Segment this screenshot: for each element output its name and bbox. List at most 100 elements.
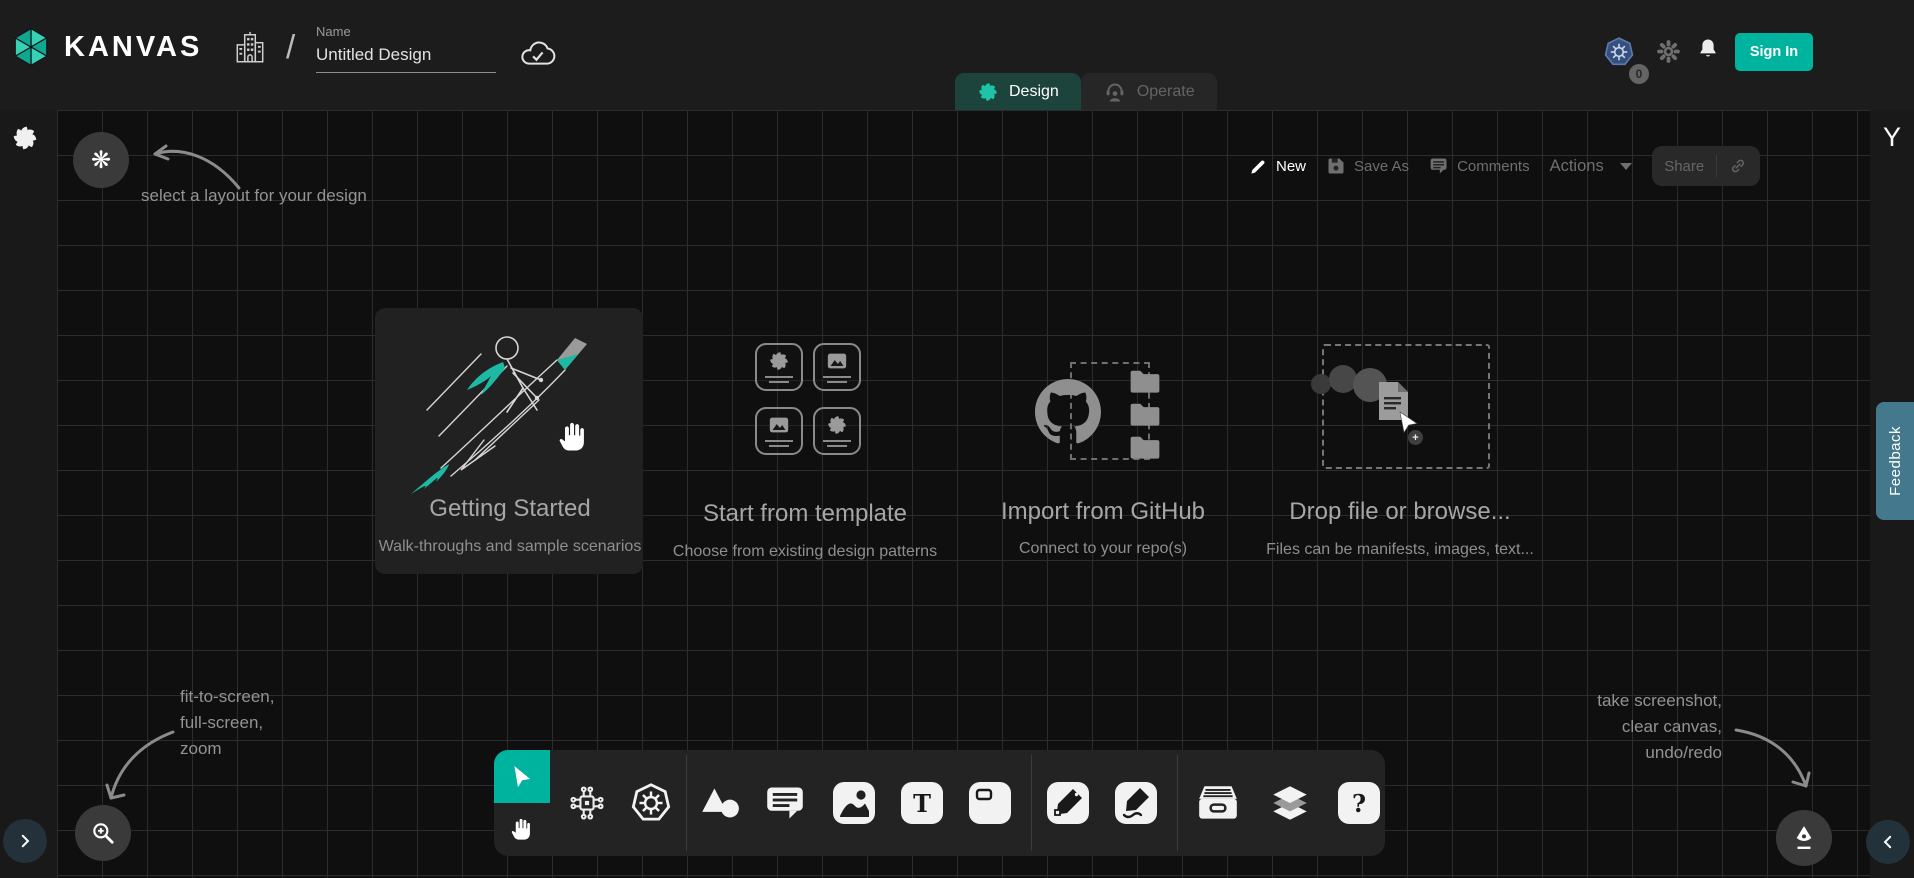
card-title: Start from template bbox=[655, 500, 955, 528]
new-button[interactable]: New bbox=[1249, 157, 1306, 176]
card-title: Getting Started bbox=[360, 495, 660, 523]
folder-icon bbox=[1128, 368, 1162, 394]
layer5-y-icon[interactable]: Y bbox=[1870, 122, 1914, 153]
chevron-right-icon bbox=[16, 832, 34, 850]
expand-left-panel-button[interactable] bbox=[3, 819, 47, 863]
breadcrumb-separator: / bbox=[286, 28, 295, 66]
link-icon bbox=[1729, 157, 1747, 175]
card-subtitle: Walk-throughs and sample scenarios bbox=[360, 538, 660, 556]
save-as-label: Save As bbox=[1354, 158, 1409, 175]
screenshot-hint-text: take screenshot, clear canvas, undo/redo bbox=[1457, 688, 1722, 766]
meshery-spiral-icon[interactable] bbox=[11, 124, 39, 152]
design-name-group: Name bbox=[316, 24, 496, 73]
comments-button[interactable]: Comments bbox=[1429, 156, 1530, 176]
sketch-tool[interactable] bbox=[1115, 782, 1157, 824]
github-icon[interactable] bbox=[1035, 379, 1101, 445]
notifications-bell-icon[interactable] bbox=[1695, 36, 1721, 62]
organization-icon[interactable] bbox=[232, 30, 268, 66]
share-divider bbox=[1716, 155, 1717, 177]
actions-label: Actions bbox=[1550, 157, 1604, 176]
card-getting-started[interactable] bbox=[375, 308, 643, 574]
bottom-tool-dock: T bbox=[494, 750, 1385, 856]
left-sidebar-strip bbox=[0, 110, 57, 878]
text-tool[interactable]: T bbox=[901, 782, 943, 824]
operate-headset-icon bbox=[1103, 80, 1127, 104]
pencil-icon bbox=[1249, 157, 1268, 176]
pan-hand-tool[interactable] bbox=[494, 803, 550, 856]
plus-icon: + bbox=[1408, 430, 1423, 445]
layers-tool[interactable] bbox=[1267, 782, 1313, 824]
pen-actions-button[interactable] bbox=[1776, 810, 1832, 866]
feedback-tab[interactable]: Feedback bbox=[1876, 402, 1914, 520]
hand-cursor-icon bbox=[556, 418, 592, 456]
zoom-hint-text: fit-to-screen, full-screen, zoom bbox=[180, 684, 274, 762]
feedback-label: Feedback bbox=[1887, 426, 1904, 496]
dock-divider bbox=[686, 755, 687, 851]
kubernetes-tool[interactable] bbox=[630, 782, 672, 824]
screenshot-hint-arrow bbox=[1730, 720, 1822, 802]
chevron-down-icon bbox=[1620, 163, 1632, 170]
kanvas-hexagon-icon bbox=[10, 26, 52, 68]
note-tool[interactable] bbox=[969, 782, 1011, 824]
card-title: Drop file or browse... bbox=[1250, 498, 1550, 526]
zoom-hint-arrow bbox=[97, 718, 189, 814]
tab-operate-label: Operate bbox=[1137, 83, 1195, 101]
drop-trail-circle bbox=[1311, 374, 1331, 394]
comment-icon bbox=[1429, 156, 1449, 176]
sign-in-button[interactable]: Sign In bbox=[1735, 33, 1813, 71]
image-tool[interactable] bbox=[833, 782, 875, 824]
tab-design-label: Design bbox=[1009, 83, 1059, 101]
chevron-left-icon bbox=[1879, 833, 1897, 851]
rocket-doodle bbox=[389, 318, 629, 496]
share-button[interactable]: Share bbox=[1652, 146, 1760, 186]
cloud-saved-icon bbox=[518, 36, 556, 70]
import-drawer-tool[interactable] bbox=[1195, 783, 1241, 823]
floppy-save-icon bbox=[1326, 156, 1346, 176]
card-subtitle: Files can be manifests, images, text... bbox=[1250, 541, 1550, 559]
name-label: Name bbox=[316, 24, 496, 39]
dock-divider bbox=[1177, 755, 1178, 851]
mode-tabs: Design Operate bbox=[955, 73, 1217, 110]
dock-divider bbox=[1031, 755, 1032, 851]
save-as-button[interactable]: Save As bbox=[1326, 156, 1409, 176]
folder-icon bbox=[1128, 434, 1162, 460]
hand-icon bbox=[509, 816, 536, 843]
header-bar: KANVAS / Name D bbox=[0, 0, 1914, 110]
layout-selector-button[interactable]: ❋ bbox=[73, 132, 129, 188]
kubernetes-context-icon[interactable]: 0 bbox=[1603, 36, 1635, 68]
magnifier-plus-icon bbox=[90, 820, 116, 846]
shapes-tool[interactable] bbox=[700, 785, 740, 821]
tab-operate[interactable]: Operate bbox=[1081, 73, 1217, 110]
component-tool[interactable] bbox=[566, 782, 608, 824]
tab-design[interactable]: Design bbox=[955, 73, 1081, 110]
design-name-input[interactable] bbox=[316, 45, 496, 73]
collapse-right-panel-button[interactable] bbox=[1866, 820, 1910, 864]
kubernetes-icon bbox=[630, 782, 672, 824]
help-tool[interactable]: ? bbox=[1338, 782, 1380, 824]
canvas-toolbar: New Save As Comments Actions bbox=[1249, 146, 1760, 186]
pen-tool[interactable] bbox=[1047, 782, 1089, 824]
actions-dropdown[interactable]: Actions bbox=[1550, 157, 1632, 176]
card-subtitle: Choose from existing design patterns bbox=[655, 543, 955, 561]
template-tile bbox=[813, 407, 861, 455]
layout-hint-text: select a layout for your design bbox=[141, 186, 367, 206]
design-canvas[interactable]: New Save As Comments Actions bbox=[57, 108, 1870, 878]
share-label: Share bbox=[1664, 158, 1704, 175]
template-tile bbox=[813, 343, 861, 391]
zoom-button[interactable] bbox=[75, 805, 131, 861]
comment-tool[interactable] bbox=[765, 784, 805, 822]
design-spiral-icon bbox=[977, 81, 999, 103]
select-cursor-icon bbox=[510, 764, 534, 790]
settings-gear-icon[interactable] bbox=[1655, 38, 1682, 65]
comments-label: Comments bbox=[1457, 158, 1530, 175]
select-tool[interactable] bbox=[494, 750, 550, 803]
pen-nib-icon bbox=[1791, 824, 1817, 852]
card-subtitle: Connect to your repo(s) bbox=[953, 540, 1253, 558]
new-label: New bbox=[1276, 158, 1306, 175]
context-count-badge: 0 bbox=[1629, 64, 1649, 84]
kanvas-logo[interactable]: KANVAS bbox=[10, 26, 202, 68]
card-title: Import from GitHub bbox=[953, 498, 1253, 526]
folder-icon bbox=[1128, 401, 1162, 427]
logo-text: KANVAS bbox=[64, 31, 202, 64]
card-start-from-template[interactable] bbox=[755, 343, 861, 455]
